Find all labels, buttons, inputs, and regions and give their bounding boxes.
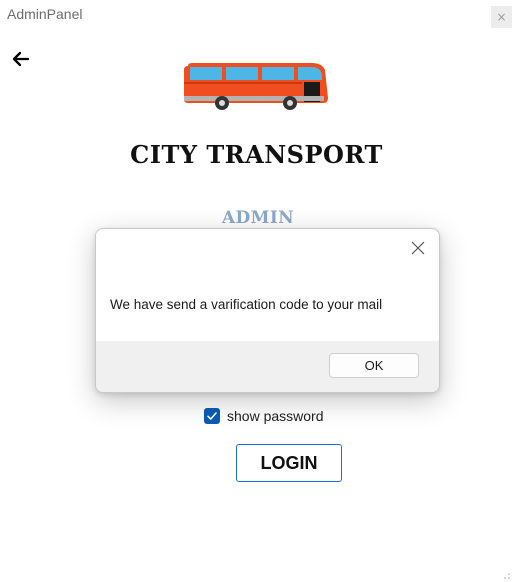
login-button[interactable]: LOGIN <box>236 444 342 482</box>
show-password-row[interactable]: show password <box>204 406 324 426</box>
show-password-label: show password <box>227 408 324 424</box>
window-close-button[interactable]: × <box>491 6 512 28</box>
close-icon[interactable] <box>409 239 427 257</box>
app-title: CITY TRANSPORT <box>130 140 383 169</box>
resize-grip[interactable] <box>503 572 511 580</box>
checkmark-icon <box>207 412 217 420</box>
dialog-message: We have send a varification code to your… <box>110 297 383 312</box>
dialog-footer: OK <box>96 341 439 392</box>
ok-button[interactable]: OK <box>329 353 419 378</box>
arrow-left-icon[interactable] <box>11 49 31 69</box>
bus-icon <box>184 63 328 110</box>
show-password-checkbox[interactable] <box>204 408 220 424</box>
message-dialog: We have send a varification code to your… <box>95 228 440 393</box>
window-title: AdminPanel <box>7 6 83 22</box>
